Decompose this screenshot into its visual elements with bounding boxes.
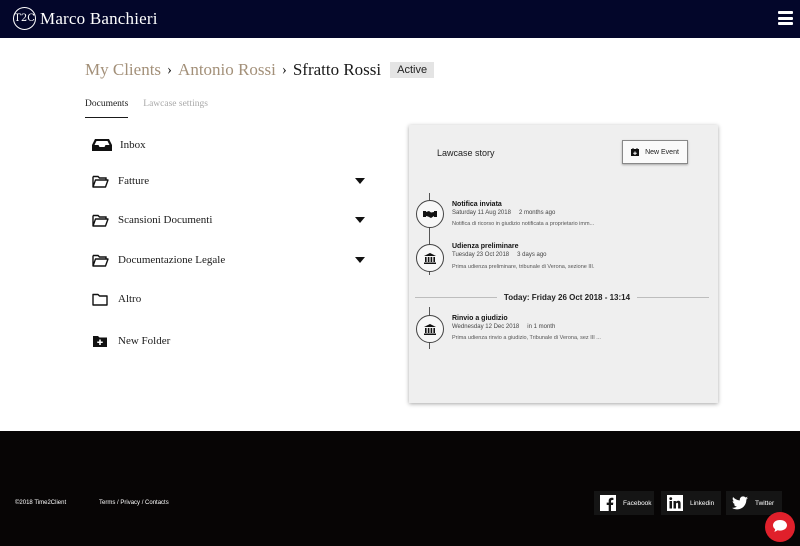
breadcrumb-my-clients[interactable]: My Clients <box>85 60 161 80</box>
folder-plus-icon <box>92 333 112 349</box>
folder-label: Fatture <box>118 175 150 187</box>
event-date: Saturday 11 Aug 2018 2 months ago <box>452 210 555 216</box>
logo: T2C <box>13 7 36 30</box>
event-courthouse-icon[interactable] <box>416 315 444 343</box>
social-label: Facebook <box>623 499 652 507</box>
folder-scansioni-documenti[interactable]: Scansioni Documenti <box>92 212 212 228</box>
footer: ©2018 Time2Client Terms / Privacy / Cont… <box>0 431 800 546</box>
story-title: Lawcase story <box>437 148 495 158</box>
folder-open-icon <box>92 212 112 228</box>
brand-name: Marco Banchieri <box>40 8 158 28</box>
folder-label: Inbox <box>120 139 146 151</box>
social-label: Linkedin <box>690 499 715 507</box>
chat-bubble-icon <box>772 518 788 537</box>
event-description: Prima udienza rinvio a giudizio, Tribuna… <box>452 335 601 341</box>
event-title: Rinvio a giudizio <box>452 315 508 322</box>
event-date-text: Saturday 11 Aug 2018 <box>452 210 511 216</box>
lawcase-story-panel: Lawcase story New Event Notifica inviata… <box>409 125 718 403</box>
hamburger-menu-icon[interactable] <box>778 11 793 25</box>
folder-inbox[interactable]: Inbox <box>92 137 146 153</box>
event-title: Udienza preliminare <box>452 243 519 250</box>
event-handshake-icon[interactable] <box>416 200 444 228</box>
event-relative-time: in 1 month <box>527 324 556 330</box>
event-description: Prima udienza preliminare, tribunale di … <box>452 264 595 270</box>
event-description: Notifica di ricorso in giudizio notifica… <box>452 221 595 227</box>
breadcrumb-separator: › <box>167 61 173 78</box>
footer-links: Terms / Privacy / Contacts <box>99 500 169 506</box>
folder-fatture[interactable]: Fatture <box>92 173 149 189</box>
folder-altro[interactable]: Altro <box>92 291 141 307</box>
folder-open-icon <box>92 252 112 268</box>
privacy-link[interactable]: Privacy <box>120 500 140 506</box>
today-label: Today: Friday 26 Oct 2018 - 13:14 <box>503 293 631 302</box>
breadcrumb-current-lawcase: Sfratto Rossi <box>292 60 382 79</box>
contacts-link[interactable]: Contacts <box>145 500 169 506</box>
brand[interactable]: T2C Marco Banchieri <box>13 7 158 30</box>
breadcrumb-separator: › <box>281 61 287 78</box>
chat-button[interactable] <box>765 512 795 542</box>
event-date: Tuesday 23 Oct 2018 3 days ago <box>452 252 547 258</box>
event-relative-time: 2 months ago <box>518 210 556 216</box>
tab-documents[interactable]: Documents <box>85 99 129 118</box>
calendar-plus-icon <box>631 148 640 156</box>
folder-label: Altro <box>118 293 142 305</box>
expand-documentazione-chevron-down-icon[interactable] <box>355 257 365 263</box>
folder-label: New Folder <box>118 335 171 347</box>
event-date: Wednesday 12 Dec 2018 in 1 month <box>452 324 555 330</box>
inbox-icon <box>92 137 112 153</box>
copyright: ©2018 Time2Client <box>15 500 67 506</box>
tab-lawcase-settings[interactable]: Lawcase settings <box>143 99 208 118</box>
new-folder-button[interactable]: New Folder <box>92 333 170 349</box>
linkedin-icon <box>667 495 683 511</box>
folder-documentazione-legale[interactable]: Documentazione Legale <box>92 252 225 268</box>
event-courthouse-icon[interactable] <box>416 244 444 272</box>
folder-open-icon <box>92 173 112 189</box>
status-badge: Active <box>390 62 435 78</box>
tab-bar: Documents Lawcase settings <box>85 99 223 118</box>
today-divider: Today: Friday 26 Oct 2018 - 13:14 <box>415 293 709 303</box>
folder-icon <box>92 291 112 307</box>
twitter-icon <box>732 495 748 511</box>
folder-label: Scansioni Documenti <box>118 214 213 226</box>
new-event-button[interactable]: New Event <box>622 140 688 164</box>
expand-fatture-chevron-down-icon[interactable] <box>355 178 365 184</box>
breadcrumb-client[interactable]: Antonio Rossi <box>178 60 276 80</box>
event-date-text: Wednesday 12 Dec 2018 <box>452 324 520 330</box>
breadcrumb: My Clients › Antonio Rossi › Sfratto Ros… <box>85 60 435 80</box>
twitter-button[interactable]: Twitter <box>726 491 782 515</box>
facebook-icon <box>600 495 616 511</box>
event-title: Notifica inviata <box>452 201 502 208</box>
new-event-label: New Event <box>645 148 679 156</box>
facebook-button[interactable]: Facebook <box>594 491 654 515</box>
event-date-text: Tuesday 23 Oct 2018 <box>452 252 510 258</box>
social-label: Twitter <box>755 499 775 507</box>
expand-scansioni-chevron-down-icon[interactable] <box>355 217 365 223</box>
top-bar: T2C Marco Banchieri <box>0 0 800 38</box>
terms-link[interactable]: Terms <box>99 500 115 506</box>
linkedin-button[interactable]: Linkedin <box>661 491 721 515</box>
folder-label: Documentazione Legale <box>118 254 226 266</box>
event-relative-time: 3 days ago <box>517 252 547 258</box>
